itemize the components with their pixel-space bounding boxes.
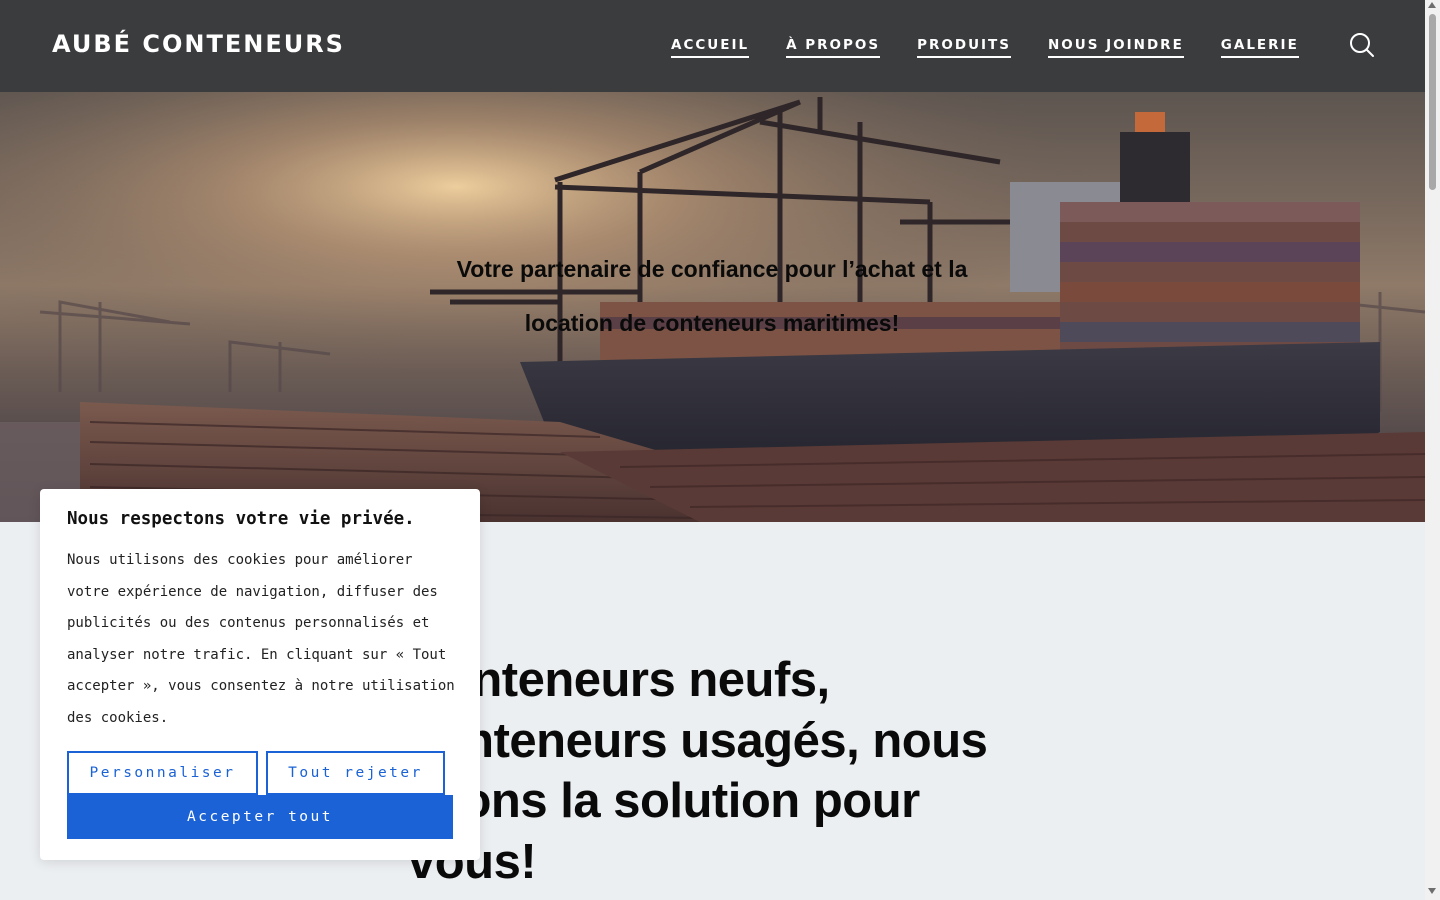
main-heading: Conteneurs neufs, conteneurs usagés, nou… [408, 653, 988, 889]
cookie-description: Nous utilisons des cookies pour améliore… [67, 552, 455, 726]
site-header: AUBÉ CONTENEURS ACCUEIL À PROPOS PRODUIT… [0, 0, 1425, 92]
cookie-consent-dialog: Nous respectons votre vie privée. Nous u… [40, 489, 480, 860]
customize-button[interactable]: Personnaliser [67, 751, 258, 795]
hero-tagline: Votre partenaire de confiance pour l’ach… [456, 256, 968, 336]
scroll-up-arrow-icon[interactable] [1428, 2, 1436, 8]
site-logo[interactable]: AUBÉ CONTENEURS [52, 30, 345, 58]
nav-link-galerie[interactable]: GALERIE [1220, 36, 1299, 58]
nav-link-a-propos[interactable]: À PROPOS [786, 36, 881, 58]
nav-link-produits[interactable]: PRODUITS [917, 36, 1011, 58]
reject-all-button[interactable]: Tout rejeter [266, 751, 445, 795]
main-nav: ACCUEIL À PROPOS PRODUITS NOUS JOINDRE G… [671, 36, 1336, 58]
nav-link-nous-joindre[interactable]: NOUS JOINDRE [1047, 36, 1184, 58]
search-icon[interactable] [1349, 32, 1375, 58]
page-scrollbar[interactable] [1425, 0, 1440, 900]
scrollbar-thumb[interactable] [1429, 14, 1436, 190]
scroll-down-arrow-icon[interactable] [1428, 888, 1436, 894]
nav-link-accueil[interactable]: ACCUEIL [671, 36, 750, 58]
cookie-title: Nous respectons votre vie privée. [67, 509, 415, 529]
hero-banner: Votre partenaire de confiance pour l’ach… [0, 92, 1425, 522]
accept-all-button[interactable]: Accepter tout [67, 795, 453, 839]
